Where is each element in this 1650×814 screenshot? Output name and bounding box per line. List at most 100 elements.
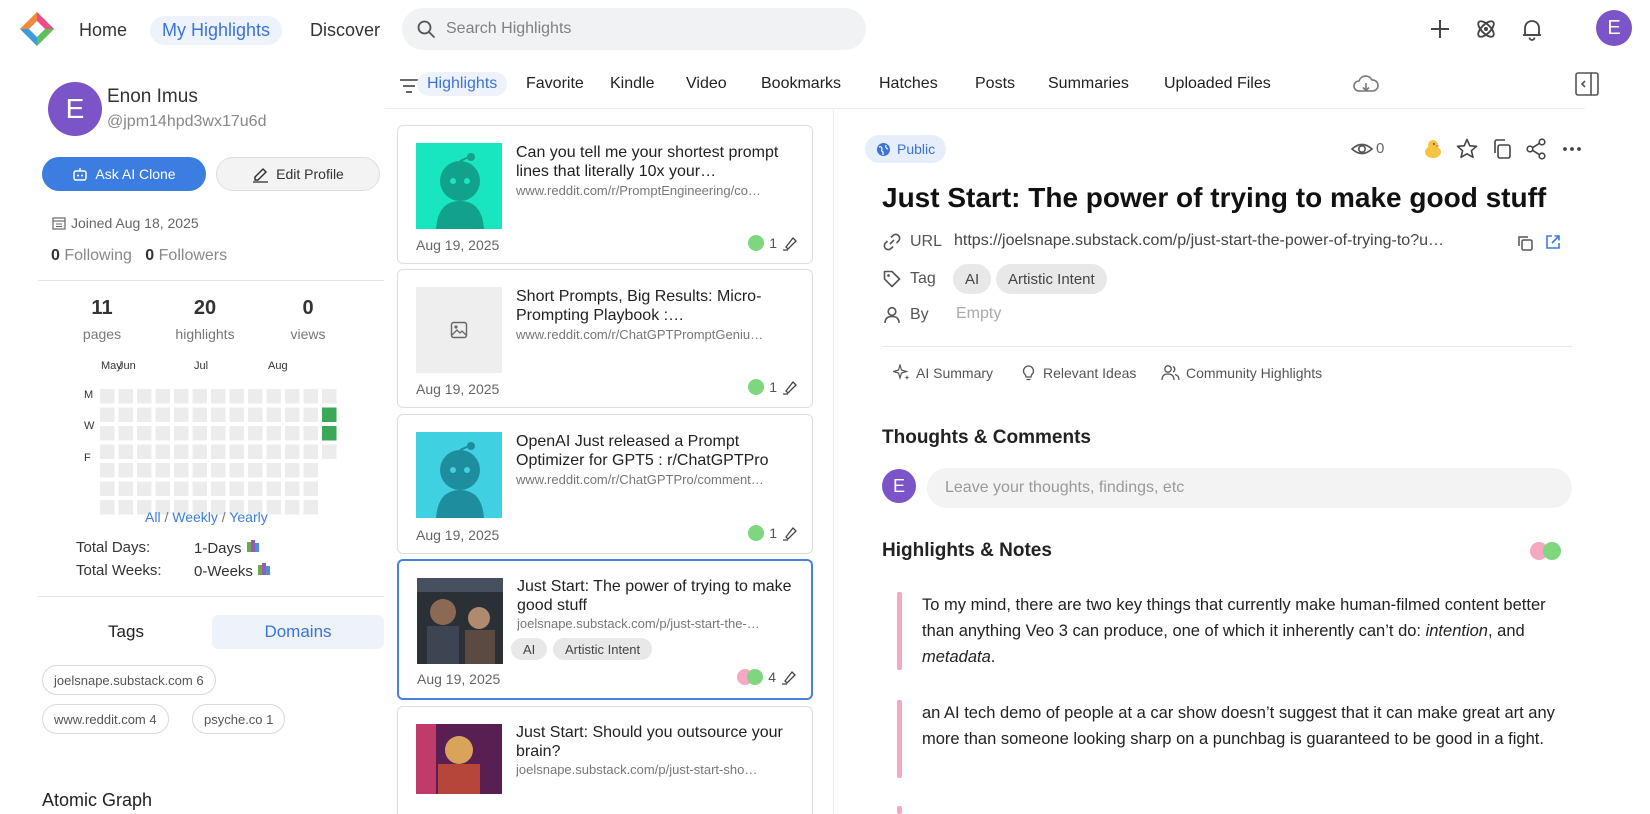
heatmap-cell[interactable] [285,463,300,478]
more-icon[interactable] [1560,137,1584,161]
heatmap-cell[interactable] [192,407,208,423]
heatmap-cell[interactable] [248,463,263,478]
heatmap-cell[interactable] [303,407,319,423]
app-logo-icon[interactable] [18,10,56,48]
following-label[interactable]: Following [64,247,132,264]
highlight-color-filter[interactable] [1530,542,1561,560]
list-item[interactable]: Can you tell me your shortest prompt lin… [397,125,813,264]
heatmap-cell[interactable] [174,444,189,460]
domain-chip[interactable]: psyche.co 1 [192,704,286,734]
green-dot-icon[interactable] [1543,542,1561,560]
heatmap-cell[interactable] [118,500,134,515]
tab-domains[interactable]: Domains [212,615,384,649]
heatmap-cell[interactable] [266,444,282,460]
tab-uploaded-files[interactable]: Uploaded Files [1154,72,1281,96]
heatmap-cell[interactable] [118,426,134,441]
followers-label[interactable]: Followers [159,247,227,264]
heatmap-cell[interactable] [266,481,282,497]
heatmap-cell[interactable] [118,463,134,478]
heatmap-cell[interactable] [174,389,189,404]
heatmap-cell[interactable] [155,407,171,423]
star-icon[interactable] [1455,137,1479,161]
heatmap-cell[interactable] [192,444,208,460]
search-bar[interactable] [402,8,866,50]
heatmap-cell[interactable] [174,407,189,423]
heatmap-cell[interactable] [285,481,300,497]
list-item-selected[interactable]: Just Start: The power of trying to make … [397,559,813,700]
domain-chip[interactable]: www.reddit.com 4 [42,704,169,734]
cloud-download-icon[interactable] [1352,72,1380,98]
heatmap-cell[interactable] [174,463,189,478]
tab-bookmarks[interactable]: Bookmarks [751,72,851,96]
heatmap-cell[interactable] [303,426,319,441]
article-url[interactable]: https://joelsnape.substack.com/p/just-st… [954,232,1504,250]
heatmap-cell[interactable] [211,481,226,497]
heatmap-cell[interactable] [303,500,319,515]
heatmap-cell[interactable] [285,426,300,441]
heatmap-cell[interactable] [229,444,245,460]
heatmap-cell[interactable] [285,500,300,515]
heatmap-cell[interactable] [174,426,189,441]
ask-ai-clone-button[interactable]: Ask AI Clone [42,157,206,191]
external-link-icon[interactable] [1543,232,1563,252]
heatmap-cell[interactable] [192,389,208,404]
comment-input[interactable] [927,468,1572,508]
card-tag[interactable]: Artistic Intent [553,638,653,660]
heatmap-cell[interactable] [100,444,115,460]
heatmap-cell[interactable] [229,426,245,441]
tab-favorite[interactable]: Favorite [516,72,594,96]
heatmap-cell[interactable] [137,389,152,404]
heatmap-cell[interactable] [303,389,319,404]
heatmap-cell[interactable] [211,444,226,460]
nav-my-highlights[interactable]: My Highlights [150,16,283,45]
domain-chip[interactable]: joelsnape.substack.com 6 [42,665,216,695]
heatmap-cell[interactable] [192,463,208,478]
heatmap-cell[interactable] [100,463,115,478]
heatmap-cell[interactable] [266,426,282,441]
edit-profile-button[interactable]: Edit Profile [216,157,380,191]
share-icon[interactable] [1524,137,1548,161]
heatmap-cell[interactable] [118,444,134,460]
heatmap-cell[interactable] [155,481,171,497]
community-highlights-button[interactable]: Community Highlights [1161,364,1322,381]
tab-video[interactable]: Video [676,72,737,96]
heatmap-cell[interactable] [229,463,245,478]
tab-summaries[interactable]: Summaries [1038,72,1139,96]
heatmap-cell[interactable] [100,389,115,404]
heatmap-cell[interactable] [211,426,226,441]
heatmap-cell[interactable] [248,426,263,441]
chick-icon[interactable] [1421,137,1445,161]
heatmap-cell[interactable] [303,463,319,478]
heatmap-cell[interactable] [174,481,189,497]
heatmap-cell[interactable] [137,407,152,423]
author-value[interactable]: Empty [956,305,1001,323]
heatmap-cell[interactable] [322,444,337,460]
atom-icon[interactable] [1473,16,1499,42]
search-input[interactable] [446,20,846,38]
article-tag[interactable]: Artistic Intent [996,264,1107,294]
heatmap-cell[interactable] [322,389,337,404]
bell-icon[interactable] [1519,16,1545,42]
heatmap-cell[interactable] [303,481,319,497]
heatmap-cell[interactable] [229,481,245,497]
heatmap-cell[interactable] [285,389,300,404]
list-item[interactable]: OpenAI Just released a Prompt Optimizer … [397,414,813,554]
tab-kindle[interactable]: Kindle [600,72,664,96]
article-tag[interactable]: AI [953,264,992,294]
heatmap-cell[interactable] [322,426,337,441]
heatmap-cell[interactable] [192,481,208,497]
list-item[interactable]: Just Start: Should you outsource your br… [397,706,813,814]
heatmap-cell[interactable] [248,407,263,423]
heatmap-cell[interactable] [155,463,171,478]
heatmap-cell[interactable] [192,426,208,441]
followers-count[interactable]: 0 [145,247,154,264]
ai-summary-button[interactable]: AI Summary [893,364,993,381]
plus-icon[interactable] [1427,16,1453,42]
highlight-item[interactable]: an AI tech demo of people at a car show … [897,700,1572,780]
heatmap-cell[interactable] [118,481,134,497]
heatmap-cell[interactable] [137,444,152,460]
heatmap-cell[interactable] [248,444,263,460]
heatmap-cell[interactable] [100,407,115,423]
heatmap-cell[interactable] [137,463,152,478]
heatmap-cell[interactable] [303,444,319,460]
